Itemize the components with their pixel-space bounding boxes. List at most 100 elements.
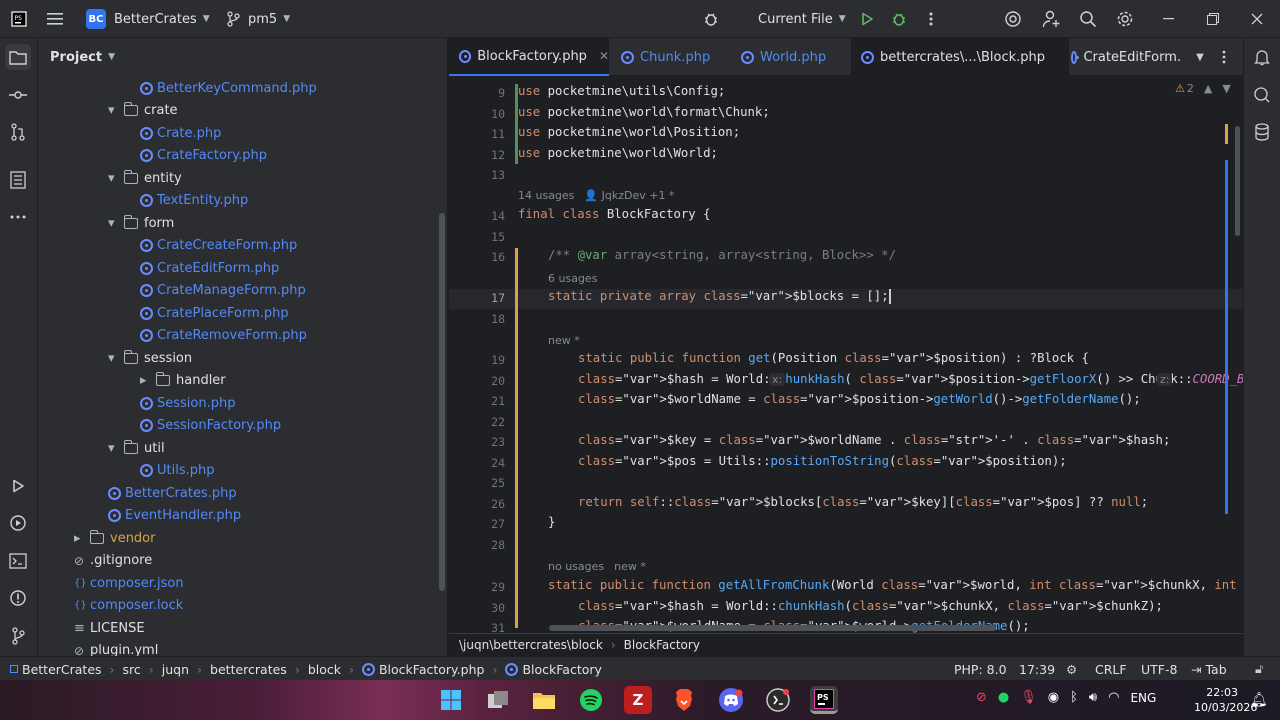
phpstorm-taskbar-icon[interactable]: PS (810, 686, 838, 714)
ai-chat-icon[interactable] (1249, 82, 1275, 108)
run-config-selector[interactable]: Current File ▼ (758, 0, 846, 38)
code-line[interactable]: class="var">$hash = World::chunkHash( cl… (578, 372, 1243, 386)
indent-setting[interactable]: ⇥ Tab (1191, 657, 1227, 681)
php-version[interactable]: PHP: 8.0 (954, 657, 1007, 681)
tab-blockfactory[interactable]: BlockFactory.php ✕ (449, 38, 609, 76)
code-line[interactable]: use pocketmine\world\format\Chunk; (518, 105, 770, 119)
add-user-icon[interactable] (1038, 6, 1064, 32)
debug-icon[interactable] (886, 6, 912, 32)
github-desktop-icon[interactable] (764, 686, 792, 714)
tree-item[interactable]: CrateCreateForm.php (140, 235, 297, 257)
breadcrumb-item[interactable]: juqn (162, 662, 189, 677)
filezilla-icon[interactable]: Z (624, 686, 652, 714)
more-vertical-icon[interactable] (918, 6, 944, 32)
bluetooth-icon[interactable]: ᛒ (1070, 690, 1078, 705)
tree-item[interactable]: ⊘ plugin.yml (74, 640, 158, 656)
tree-item[interactable]: BetterKeyCommand.php (140, 77, 317, 99)
search-icon[interactable] (1075, 6, 1101, 32)
tree-item[interactable]: TextEntity.php (140, 190, 248, 212)
usages-hint[interactable]: 14 usages 👤 JqkzDev +1 * (518, 189, 674, 202)
chevron-down-icon[interactable]: ▾ (108, 351, 124, 366)
version-control-icon[interactable] (5, 623, 31, 649)
tree-item[interactable]: ▾ util (108, 437, 165, 459)
tree-item[interactable]: EventHandler.php (108, 505, 241, 527)
line-separator[interactable]: CRLF (1095, 657, 1127, 681)
restore-icon[interactable] (1200, 6, 1226, 32)
chevron-right-icon[interactable]: ▸ (140, 373, 156, 388)
file-encoding[interactable]: UTF-8 (1141, 657, 1177, 681)
code-line[interactable]: use pocketmine\utils\Config; (518, 84, 725, 98)
code-style-icon[interactable]: ⚙ (1066, 657, 1077, 681)
breadcrumb-item[interactable]: BetterCrates (22, 662, 102, 677)
tree-item[interactable]: ≡ LICENSE (74, 617, 145, 639)
chevron-down-icon[interactable]: ▾ (108, 216, 124, 231)
breadcrumb-item[interactable]: block (308, 662, 341, 677)
tree-item[interactable]: CrateManageForm.php (140, 280, 306, 302)
structure-icon[interactable] (5, 167, 31, 193)
close-tab-icon[interactable]: ✕ (599, 49, 609, 63)
usages-hint[interactable]: 6 usages (548, 272, 597, 285)
tab-chunk[interactable]: Chunk.php (611, 38, 710, 76)
wifi-icon[interactable]: ◠ (1108, 690, 1119, 705)
notifications-bell-icon[interactable] (1249, 44, 1275, 70)
tabs-dropdown-icon[interactable]: ▼ (1187, 44, 1213, 70)
tray-spotify-icon[interactable]: ● (998, 690, 1009, 705)
tree-item[interactable]: ▾ crate (108, 100, 178, 122)
read-only-lock-icon[interactable]: 🔓︎ (1255, 657, 1263, 681)
editor-horizontal-scrollbar[interactable] (549, 625, 996, 631)
tree-item[interactable]: CrateRemoveForm.php (140, 325, 307, 347)
code-line[interactable]: use pocketmine\world\Position; (518, 125, 740, 139)
tree-item[interactable]: SessionFactory.php (140, 415, 281, 437)
file-explorer-icon[interactable] (530, 686, 558, 714)
editor-vertical-scrollbar[interactable] (1235, 126, 1240, 236)
breadcrumb-item[interactable]: bettercrates (210, 662, 287, 677)
chevron-down-icon[interactable]: ▼ (1222, 82, 1230, 95)
breadcrumb-item[interactable]: BlockFactory.php (379, 662, 484, 677)
tree-item[interactable]: Utils.php (140, 460, 214, 482)
author-hint[interactable]: new * (548, 334, 580, 347)
code-line[interactable]: class="var">$worldName = class="var">$po… (578, 392, 1141, 406)
run-play-icon[interactable] (854, 6, 880, 32)
tree-item[interactable]: CrateEditForm.php (140, 257, 279, 279)
chevron-down-icon[interactable]: ▾ (108, 171, 124, 186)
spotify-icon[interactable] (577, 686, 605, 714)
code-line[interactable]: final class BlockFactory { (518, 207, 711, 221)
tree-item[interactable]: {} composer.lock (74, 595, 183, 617)
language-indicator[interactable]: ENG (1130, 691, 1156, 705)
code-line[interactable]: static private array class="var">$blocks… (548, 289, 891, 304)
code-line[interactable]: static public function get(Position clas… (578, 351, 1089, 365)
breadcrumb-item[interactable]: BlockFactory (522, 662, 601, 677)
project-widget[interactable]: BC BetterCrates ▼ (86, 0, 210, 38)
tree-item[interactable]: {} composer.json (74, 572, 184, 594)
tree-item[interactable]: CratePlaceForm.php (140, 302, 289, 324)
tree-item[interactable]: Crate.php (140, 122, 221, 144)
chevron-up-icon[interactable]: ▲ (1204, 82, 1212, 95)
microphone-icon[interactable]: 🎙︎ (1020, 690, 1037, 705)
tab-crateeditform[interactable]: CrateEditForm. (1061, 38, 1181, 76)
tray-app-icon[interactable]: ⊘ (976, 690, 987, 705)
tree-item[interactable]: ⊘ .gitignore (74, 550, 152, 572)
tree-item[interactable]: ▾ form (108, 212, 174, 234)
phpstorm-logo-icon[interactable]: PS (6, 6, 32, 32)
volume-icon[interactable]: 🔊︎ (1089, 690, 1097, 705)
main-menu-icon[interactable] (42, 6, 68, 32)
tree-item[interactable]: CrateFactory.php (140, 145, 267, 167)
services-icon[interactable] (5, 510, 31, 536)
more-tools-icon[interactable] (5, 204, 31, 230)
caret-position[interactable]: 17:39 (1019, 657, 1055, 681)
chevron-right-icon[interactable]: ▸ (74, 531, 90, 546)
tree-item[interactable]: ▾ session (108, 347, 192, 369)
usages-hint[interactable]: no usages new * (548, 560, 646, 573)
code-line[interactable]: class="var">$hash = World::chunkHash(cla… (578, 599, 1163, 613)
terminal-icon[interactable] (5, 548, 31, 574)
tree-item[interactable]: ▸ handler (140, 370, 226, 392)
code-line[interactable]: class="var">$key = class="var">$worldNam… (578, 433, 1170, 447)
notification-center-icon[interactable]: 🔔︎ (1250, 692, 1268, 708)
run-icon[interactable] (5, 473, 31, 499)
tree-item[interactable]: Session.php (140, 392, 235, 414)
project-folder-icon[interactable] (5, 44, 31, 70)
close-icon[interactable] (1244, 6, 1270, 32)
debug-bug-icon[interactable] (698, 6, 724, 32)
chevron-down-icon[interactable]: ▾ (108, 441, 124, 456)
problems-icon[interactable] (5, 585, 31, 611)
